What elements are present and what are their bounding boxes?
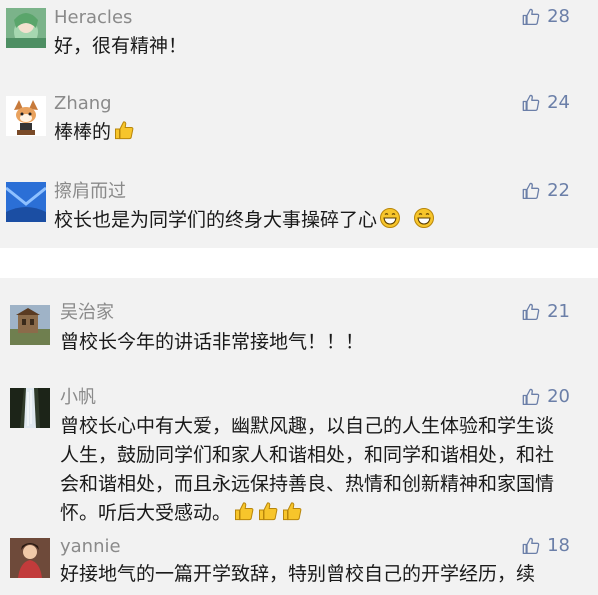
comment-item: 小帆 20 曾校长心中有大爱，幽默风趣，以自己的人生体验和学生谈人生，鼓励同学们… xyxy=(0,366,598,526)
like-button[interactable]: 28 xyxy=(521,6,570,28)
avatar[interactable] xyxy=(10,538,50,578)
commenter-name[interactable]: 擦肩而过 xyxy=(54,181,126,203)
avatar[interactable] xyxy=(6,96,46,136)
comment-text: 好接地气的一篇开学致辞，特别曾校自己的开学经历，续 xyxy=(60,563,536,585)
thumbs-up-outline-icon xyxy=(521,181,541,201)
thumbs-up-outline-icon xyxy=(521,7,541,27)
comment-text: 曾校长今年的讲话非常接地气！！！ xyxy=(60,331,365,353)
comment-text-row: 校长也是为同学们的终身大事操碎了心 xyxy=(54,206,568,235)
thumbs-up-outline-icon xyxy=(521,387,541,407)
comment-text-row: 曾校长心中有大爱，幽默风趣，以自己的人生体验和学生谈人生，鼓励同学们和家人和谐相… xyxy=(60,412,568,528)
commenter-name[interactable]: 吴治家 xyxy=(60,302,114,324)
comment-item: yannie 18 好接地气的一篇开学致辞，特别曾校自己的开学经历，续 xyxy=(0,536,598,595)
avatar[interactable] xyxy=(6,8,46,48)
avatar[interactable] xyxy=(10,305,50,345)
grin-emoji-icon xyxy=(379,207,401,229)
like-button[interactable]: 21 xyxy=(521,301,570,323)
comment-text: 曾校长心中有大爱，幽默风趣，以自己的人生体验和学生谈人生，鼓励同学们和家人和谐相… xyxy=(60,415,555,524)
section-divider xyxy=(0,248,598,278)
avatar[interactable] xyxy=(6,182,46,222)
thumbs-up-emoji-icon xyxy=(281,500,303,522)
comment-text: 好，很有精神！ xyxy=(54,35,188,57)
comments-section-top: Heracles 28 好，很有精神！ Zhang 24 棒棒的 擦肩而过 22… xyxy=(0,0,598,248)
like-count: 20 xyxy=(547,386,570,407)
comments-section-bottom: 吴治家 21 曾校长今年的讲话非常接地气！！！ 小帆 20 曾校长心中有大爱，幽… xyxy=(0,278,598,595)
like-count: 28 xyxy=(547,6,570,27)
like-count: 21 xyxy=(547,301,570,322)
comment-text: 棒棒的 xyxy=(54,121,112,143)
like-count: 24 xyxy=(547,92,570,113)
like-button[interactable]: 24 xyxy=(521,92,570,114)
comment-item: Zhang 24 棒棒的 xyxy=(0,88,598,168)
like-count: 18 xyxy=(547,536,570,556)
commenter-name[interactable]: Heracles xyxy=(54,7,132,29)
thumbs-up-outline-icon xyxy=(521,536,541,556)
thumbs-up-emoji-icon xyxy=(233,500,255,522)
commenter-name[interactable]: 小帆 xyxy=(60,387,96,409)
comment-item: 吴治家 21 曾校长今年的讲话非常接地气！！！ xyxy=(0,278,598,358)
comment-item: Heracles 28 好，很有精神！ xyxy=(0,0,598,80)
like-button[interactable]: 22 xyxy=(521,180,570,202)
thumbs-up-emoji-icon xyxy=(113,119,135,141)
like-button[interactable]: 18 xyxy=(521,536,570,557)
avatar[interactable] xyxy=(10,388,50,428)
thumbs-up-outline-icon xyxy=(521,302,541,322)
comment-item: 擦肩而过 22 校长也是为同学们的终身大事操碎了心 xyxy=(0,172,598,248)
like-count: 22 xyxy=(547,180,570,201)
grin-emoji-icon xyxy=(413,207,435,229)
commenter-name[interactable]: yannie xyxy=(60,536,121,558)
thumbs-up-emoji-icon xyxy=(257,500,279,522)
comment-text-row: 棒棒的 xyxy=(54,118,568,147)
thumbs-up-outline-icon xyxy=(521,93,541,113)
like-button[interactable]: 20 xyxy=(521,386,570,408)
commenter-name[interactable]: Zhang xyxy=(54,93,112,115)
comment-text: 校长也是为同学们的终身大事操碎了心 xyxy=(54,209,378,231)
